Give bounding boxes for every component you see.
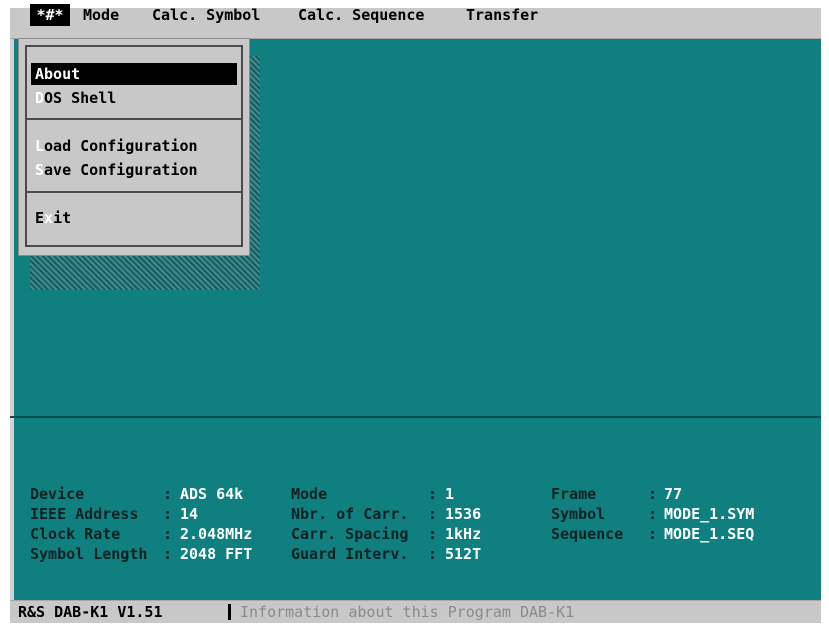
sequence-value: MODE_1.SEQ bbox=[664, 525, 755, 543]
mode-label: Mode bbox=[291, 485, 328, 503]
status-hint: Information about this Program DAB-K1 bbox=[240, 603, 575, 621]
colon: : bbox=[163, 485, 173, 503]
hotkey: x bbox=[44, 209, 54, 227]
app-version: R&S DAB-K1 V1.51 bbox=[18, 603, 163, 621]
clock-label: Clock Rate bbox=[30, 525, 121, 543]
frame-label: Frame bbox=[551, 485, 597, 503]
colon: : bbox=[428, 545, 438, 563]
menu-item-label: ave Configuration bbox=[44, 161, 198, 179]
menu-item-label: oad Configuration bbox=[44, 137, 198, 155]
status-separator bbox=[228, 604, 231, 620]
colon: : bbox=[648, 505, 658, 523]
colon: : bbox=[428, 525, 438, 543]
colon: : bbox=[163, 525, 173, 543]
menu-item-dos-shell[interactable]: DOS Shell bbox=[31, 87, 237, 109]
colon: : bbox=[648, 485, 658, 503]
colon: : bbox=[163, 545, 173, 563]
guard-label: Guard Interv. bbox=[291, 545, 409, 563]
device-value: ADS 64k bbox=[180, 485, 244, 503]
menu-item-prefix: E bbox=[35, 209, 45, 227]
menu-item-save-configuration[interactable]: Save Configuration bbox=[31, 159, 237, 181]
dropdown-frame: About DOS Shell Load Configuration Save … bbox=[25, 45, 243, 247]
frame-value: 77 bbox=[664, 485, 683, 503]
menu-item-load-configuration[interactable]: Load Configuration bbox=[31, 135, 237, 157]
menu-item-about[interactable]: About bbox=[31, 63, 237, 85]
menu-mode[interactable]: Mode bbox=[79, 4, 123, 26]
system-menu[interactable]: *#* bbox=[30, 4, 70, 26]
symlen-label: Symbol Length bbox=[30, 545, 148, 563]
colon: : bbox=[648, 525, 658, 543]
hotkey: L bbox=[35, 137, 45, 155]
hotkey: D bbox=[35, 89, 45, 107]
status-bar: R&S DAB-K1 V1.51 Information about this … bbox=[10, 600, 821, 623]
menu-calc-sequence[interactable]: Calc. Sequence bbox=[294, 4, 428, 26]
menu-item-label: bout bbox=[44, 65, 81, 83]
symbol-label: Symbol bbox=[551, 505, 606, 523]
menu-separator bbox=[27, 191, 241, 193]
menu-item-label: OS Shell bbox=[44, 89, 117, 107]
menu-transfer[interactable]: Transfer bbox=[462, 4, 542, 26]
colon: : bbox=[428, 485, 438, 503]
colon: : bbox=[163, 505, 173, 523]
hotkey: S bbox=[35, 161, 45, 179]
ieee-label: IEEE Address bbox=[30, 505, 139, 523]
menu-separator bbox=[27, 118, 241, 120]
panel-divider bbox=[10, 416, 821, 418]
spacing-label: Carr. Spacing bbox=[291, 525, 409, 543]
colon: : bbox=[428, 505, 438, 523]
device-label: Device bbox=[30, 485, 85, 503]
carr-value: 1536 bbox=[445, 505, 482, 523]
symbol-value: MODE_1.SYM bbox=[664, 505, 755, 523]
clock-value: 2.048MHz bbox=[180, 525, 253, 543]
carr-label: Nbr. of Carr. bbox=[291, 505, 409, 523]
system-dropdown: About DOS Shell Load Configuration Save … bbox=[18, 38, 250, 256]
guard-value: 512T bbox=[445, 545, 482, 563]
symlen-value: 2048 FFT bbox=[180, 545, 253, 563]
menu-calc-symbol[interactable]: Calc. Symbol bbox=[148, 4, 264, 26]
left-border bbox=[10, 8, 14, 622]
menu-item-exit[interactable]: Exit bbox=[31, 207, 237, 229]
spacing-value: 1kHz bbox=[445, 525, 482, 543]
ieee-value: 14 bbox=[180, 505, 199, 523]
hotkey: A bbox=[35, 65, 45, 83]
menu-item-label: it bbox=[53, 209, 72, 227]
mode-value: 1 bbox=[445, 485, 455, 503]
sequence-label: Sequence bbox=[551, 525, 624, 543]
